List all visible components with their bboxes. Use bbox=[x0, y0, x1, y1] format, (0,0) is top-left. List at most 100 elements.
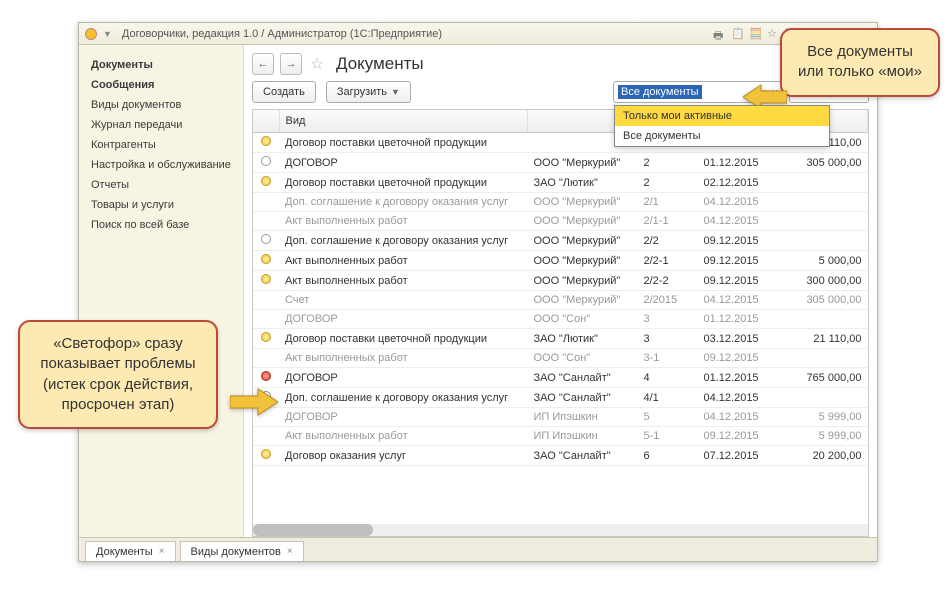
cell bbox=[253, 329, 279, 349]
cell: 01.12.2015 bbox=[698, 310, 778, 329]
bottom-tabs: Документы× Виды документов× bbox=[79, 537, 877, 561]
back-button[interactable]: ← bbox=[252, 53, 274, 75]
table-row[interactable]: Договор поставки цветочной продукцииЗАО … bbox=[253, 173, 868, 193]
cell: Договор поставки цветочной продукции bbox=[279, 329, 528, 349]
cell: ЗАО "Санлайт" bbox=[528, 446, 638, 466]
cell bbox=[253, 153, 279, 173]
tab-documents[interactable]: Документы× bbox=[85, 541, 176, 561]
sidebar-item-counterparties[interactable]: Контрагенты bbox=[91, 135, 231, 155]
cell: 3 bbox=[638, 329, 698, 349]
clipboard-icon[interactable]: 📋 bbox=[731, 27, 745, 41]
table-row[interactable]: Договор оказания услугЗАО "Санлайт"607.1… bbox=[253, 446, 868, 466]
cell: 04.12.2015 bbox=[698, 388, 778, 408]
table-row[interactable]: Доп. соглашение к договору оказания услу… bbox=[253, 193, 868, 212]
sidebar-item-reports[interactable]: Отчеты bbox=[91, 175, 231, 195]
status-light-icon bbox=[261, 176, 271, 186]
cell: ЗАО "Лютик" bbox=[528, 329, 638, 349]
sidebar: Документы Сообщения Виды документов Журн… bbox=[79, 45, 244, 537]
cell: 305 000,00 bbox=[778, 153, 868, 173]
sidebar-item-search-all[interactable]: Поиск по всей базе bbox=[91, 215, 231, 235]
status-light-icon bbox=[261, 332, 271, 342]
filter-option-mine[interactable]: Только мои активные bbox=[615, 106, 829, 126]
sidebar-item-goods[interactable]: Товары и услуги bbox=[91, 195, 231, 215]
title-bar: ▼ Договорчики, редакция 1.0 / Администра… bbox=[79, 23, 877, 45]
print-icon[interactable]: 🖶 bbox=[713, 27, 727, 41]
cell: 6 bbox=[638, 446, 698, 466]
cell: ДОГОВОР bbox=[279, 310, 528, 329]
table-row[interactable]: ДОГОВОРЗАО "Санлайт"401.12.2015765 000,0… bbox=[253, 368, 868, 388]
scroll-thumb[interactable] bbox=[253, 524, 373, 536]
table-row[interactable]: Договор поставки цветочной продукцииЗАО … bbox=[253, 329, 868, 349]
create-button[interactable]: Создать bbox=[252, 81, 316, 103]
cell: ИП Ипэшкин bbox=[528, 427, 638, 446]
sidebar-item-messages[interactable]: Сообщения bbox=[91, 75, 231, 95]
tab-close-icon[interactable]: × bbox=[159, 546, 165, 557]
sidebar-item-transfer-log[interactable]: Журнал передачи bbox=[91, 115, 231, 135]
status-light-icon bbox=[261, 371, 271, 381]
cell: Доп. соглашение к договору оказания услу… bbox=[279, 388, 528, 408]
cell: 09.12.2015 bbox=[698, 251, 778, 271]
cell: Доп. соглашение к договору оказания услу… bbox=[279, 231, 528, 251]
forward-button[interactable]: → bbox=[280, 53, 302, 75]
callout-traffic-light: «Светофор» сразу показывает проблемы (ис… bbox=[18, 320, 218, 429]
cell: Акт выполненных работ bbox=[279, 212, 528, 231]
sidebar-item-documents[interactable]: Документы bbox=[91, 55, 231, 75]
cell: ЗАО "Санлайт" bbox=[528, 388, 638, 408]
table-row[interactable]: Акт выполненных работИП Ипэшкин5-109.12.… bbox=[253, 427, 868, 446]
cell bbox=[778, 173, 868, 193]
cell: 02.12.2015 bbox=[698, 173, 778, 193]
tab-doc-types[interactable]: Виды документов× bbox=[180, 541, 304, 561]
table-row[interactable]: Акт выполненных работООО "Меркурий"2/1-1… bbox=[253, 212, 868, 231]
col-type[interactable]: Вид bbox=[279, 110, 528, 133]
sidebar-item-settings[interactable]: Настройка и обслуживание bbox=[91, 155, 231, 175]
table-row[interactable]: Акт выполненных работООО "Меркурий"2/2-1… bbox=[253, 251, 868, 271]
cell bbox=[253, 349, 279, 368]
table-row[interactable]: Акт выполненных работООО "Сон"3-109.12.2… bbox=[253, 349, 868, 368]
cell: Акт выполненных работ bbox=[279, 349, 528, 368]
cell: 04.12.2015 bbox=[698, 408, 778, 427]
load-button[interactable]: Загрузить▼ bbox=[326, 81, 411, 103]
window-title: Договорчики, редакция 1.0 / Администрато… bbox=[122, 28, 707, 40]
table-row[interactable]: ДОГОВОРИП Ипэшкин504.12.20155 999,00 bbox=[253, 408, 868, 427]
favorite-icon[interactable]: ☆ bbox=[308, 55, 326, 73]
table-row[interactable]: СчетООО "Меркурий"2/201504.12.2015305 00… bbox=[253, 291, 868, 310]
cell bbox=[778, 193, 868, 212]
cell bbox=[778, 231, 868, 251]
cell: Акт выполненных работ bbox=[279, 271, 528, 291]
filter-option-all[interactable]: Все документы bbox=[615, 126, 829, 146]
page-title: Документы bbox=[336, 54, 424, 74]
col-light[interactable] bbox=[253, 110, 279, 133]
filter-dropdown: Только мои активные Все документы bbox=[614, 105, 830, 147]
cell bbox=[253, 133, 279, 153]
filter-combo-value: Все документы bbox=[618, 85, 702, 99]
cell bbox=[253, 291, 279, 310]
cell: Акт выполненных работ bbox=[279, 251, 528, 271]
cell: 3-1 bbox=[638, 349, 698, 368]
cell bbox=[253, 446, 279, 466]
dropdown-icon[interactable]: ▼ bbox=[103, 29, 112, 39]
cell: 4 bbox=[638, 368, 698, 388]
cell: 09.12.2015 bbox=[698, 427, 778, 446]
arrow-right-icon bbox=[230, 386, 278, 418]
table-row[interactable]: Доп. соглашение к договору оказания услу… bbox=[253, 388, 868, 408]
cell: 09.12.2015 bbox=[698, 349, 778, 368]
cell: 5 bbox=[638, 408, 698, 427]
cell bbox=[253, 251, 279, 271]
cell: 5 999,00 bbox=[778, 408, 868, 427]
table-row[interactable]: ДОГОВОРООО "Меркурий"201.12.2015305 000,… bbox=[253, 153, 868, 173]
table-row[interactable]: Доп. соглашение к договору оказания услу… bbox=[253, 231, 868, 251]
star-icon[interactable]: ☆ bbox=[767, 27, 781, 41]
cell: ДОГОВОР bbox=[279, 153, 528, 173]
horizontal-scrollbar[interactable] bbox=[253, 524, 868, 536]
cell: ДОГОВОР bbox=[279, 368, 528, 388]
table-row[interactable]: Акт выполненных работООО "Меркурий"2/2-2… bbox=[253, 271, 868, 291]
table-row[interactable]: ДОГОВОРООО "Сон"301.12.2015 bbox=[253, 310, 868, 329]
app-logo-icon bbox=[85, 28, 97, 40]
cell: ООО "Меркурий" bbox=[528, 231, 638, 251]
calc-icon[interactable]: 🧮 bbox=[749, 27, 763, 41]
tab-close-icon[interactable]: × bbox=[287, 546, 293, 557]
cell: Акт выполненных работ bbox=[279, 427, 528, 446]
sidebar-item-doc-types[interactable]: Виды документов bbox=[91, 95, 231, 115]
cell: 2/2-2 bbox=[638, 271, 698, 291]
cell: 20 200,00 bbox=[778, 446, 868, 466]
